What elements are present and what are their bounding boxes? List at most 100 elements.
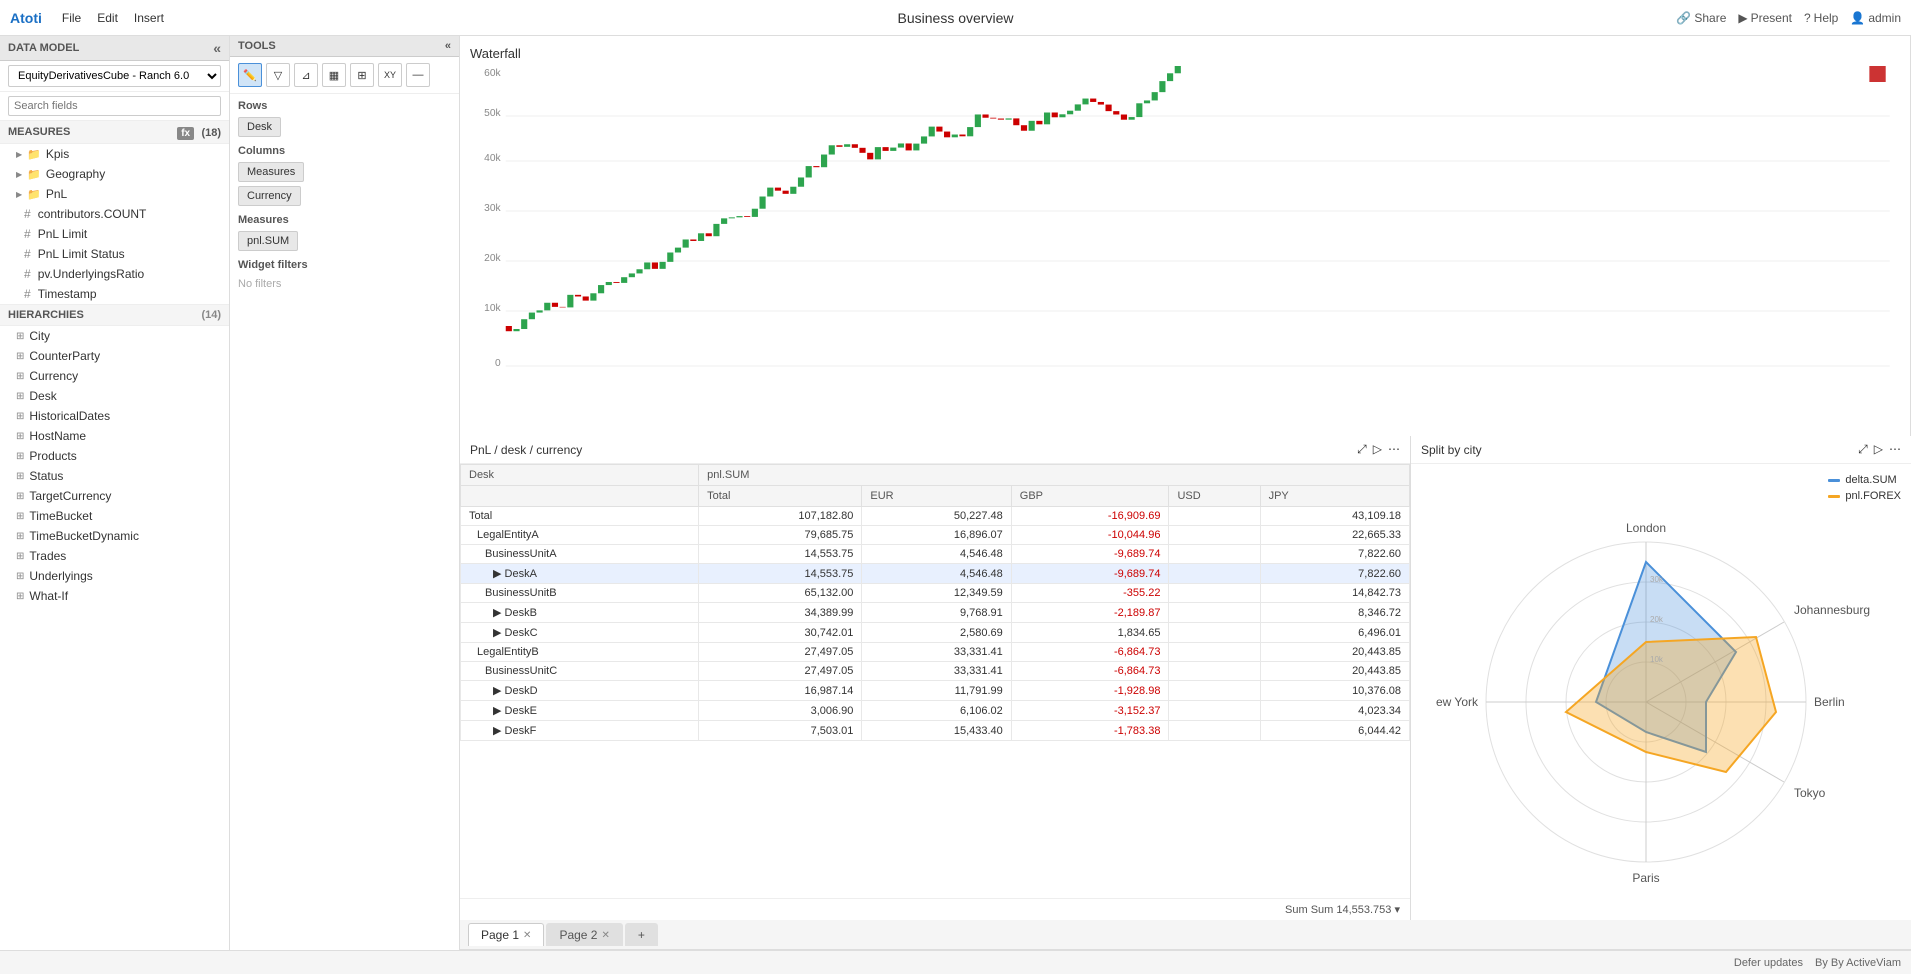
col-header-empty xyxy=(461,486,699,507)
columns-chip-measures[interactable]: Measures xyxy=(238,162,304,182)
pivot-row-usd xyxy=(1169,623,1260,643)
rows-chips: Desk xyxy=(230,115,459,139)
pivot-row-eur: 33,331.41 xyxy=(862,662,1011,681)
tab-page2[interactable]: Page 2 ✕ xyxy=(546,923,622,946)
grid-icon[interactable]: ⊞ xyxy=(350,63,374,87)
collapse-tools-btn[interactable]: « xyxy=(445,40,451,52)
pivot-row-eur: 50,227.48 xyxy=(862,507,1011,526)
tree-item-kpis[interactable]: ▶ 📁 Kpis xyxy=(0,144,229,164)
pivot-row-jpy: 7,822.60 xyxy=(1260,545,1409,564)
tree-item-hostname[interactable]: ⊞HostName xyxy=(0,426,229,446)
pivot-expand-icon[interactable]: ⤢ xyxy=(1357,442,1367,457)
rows-label: Rows xyxy=(230,94,459,115)
pivot-row-total: 65,132.00 xyxy=(699,584,862,603)
svg-text:30k: 30k xyxy=(1650,575,1664,584)
columns-chip-currency[interactable]: Currency xyxy=(238,186,301,206)
pivot-row-total: 27,497.05 xyxy=(699,643,862,662)
pivot-row-usd xyxy=(1169,545,1260,564)
search-input[interactable] xyxy=(8,96,221,116)
legend-dot-forex xyxy=(1828,495,1840,498)
funnel-icon[interactable]: ⊿ xyxy=(294,63,318,87)
pivot-more-icon[interactable]: ⋯ xyxy=(1388,442,1400,457)
tree-item-targetcurrency[interactable]: ⊞TargetCurrency xyxy=(0,486,229,506)
tree-item-pnl[interactable]: ▶ 📁 PnL xyxy=(0,184,229,204)
help-button[interactable]: ? Help xyxy=(1804,11,1838,25)
tree-item-underlyings[interactable]: ⊞Underlyings xyxy=(0,566,229,586)
tools-panel: TOOLS « ✏️ ▽ ⊿ ▦ ⊞ XY — Rows Desk Column… xyxy=(230,36,460,950)
tree-item-pv-underlyings[interactable]: # pv.UnderlyingsRatio xyxy=(0,264,229,284)
pivot-row-jpy: 6,496.01 xyxy=(1260,623,1409,643)
minus-icon[interactable]: — xyxy=(406,63,430,87)
defer-updates-btn[interactable]: Defer updates xyxy=(1734,957,1803,969)
split-play-icon[interactable]: ▷ xyxy=(1874,442,1883,457)
tree-item-desk[interactable]: ⊞Desk xyxy=(0,386,229,406)
by-activeviam: By By ActiveViam xyxy=(1815,957,1901,969)
tree-item-city[interactable]: ⊞City xyxy=(0,326,229,346)
tree-item-historicaldates[interactable]: ⊞HistoricalDates xyxy=(0,406,229,426)
pivot-play-icon[interactable]: ▷ xyxy=(1373,442,1382,457)
pivot-row-usd xyxy=(1169,701,1260,721)
cube-select[interactable]: EquityDerivativesCube - Ranch 6.0 xyxy=(8,65,221,87)
xy-icon[interactable]: XY xyxy=(378,63,402,87)
pivot-row-jpy: 20,443.85 xyxy=(1260,662,1409,681)
pencil-icon[interactable]: ✏️ xyxy=(238,63,262,87)
toolbar-icons: ✏️ ▽ ⊿ ▦ ⊞ XY — xyxy=(230,57,459,94)
tab-bar: Page 1 ✕ Page 2 ✕ + xyxy=(460,920,1911,950)
search-box xyxy=(0,92,229,121)
menu-insert[interactable]: Insert xyxy=(134,11,164,25)
pivot-table-scroll[interactable]: Desk pnl.SUM Total EUR GBP USD JPY xyxy=(460,464,1410,898)
hierarchies-section-header: HIERARCHIES (14) xyxy=(0,304,229,326)
present-button[interactable]: ▶ Present xyxy=(1738,11,1792,25)
rows-chip-desk[interactable]: Desk xyxy=(238,117,281,137)
pivot-row-usd xyxy=(1169,564,1260,584)
tab-close-page1[interactable]: ✕ xyxy=(523,930,531,941)
tree-item-trades[interactable]: ⊞Trades xyxy=(0,546,229,566)
pivot-row-jpy: 8,346.72 xyxy=(1260,603,1409,623)
tree-item-pnl-limit-status[interactable]: # PnL Limit Status xyxy=(0,244,229,264)
pivot-row-jpy: 10,376.08 xyxy=(1260,681,1409,701)
split-more-icon[interactable]: ⋯ xyxy=(1889,442,1901,457)
bar-chart-icon[interactable]: ▦ xyxy=(322,63,346,87)
pivot-row-gbp: -16,909.69 xyxy=(1011,507,1169,526)
menu-bar: File Edit Insert xyxy=(62,11,164,25)
pivot-row-total: 3,006.90 xyxy=(699,701,862,721)
pivot-row-total: 14,553.75 xyxy=(699,564,862,584)
pivot-row-total: 79,685.75 xyxy=(699,526,862,545)
tree-item-status[interactable]: ⊞Status xyxy=(0,466,229,486)
radar-chart-svg: London Johannesburg Berlin Tokyo Paris N… xyxy=(1436,492,1886,892)
tree-item-contributors-count[interactable]: # contributors.COUNT xyxy=(0,204,229,224)
tab-page1[interactable]: Page 1 ✕ xyxy=(468,923,544,946)
tree-item-counterparty[interactable]: ⊞CounterParty xyxy=(0,346,229,366)
menu-file[interactable]: File xyxy=(62,11,81,25)
tree-item-currency[interactable]: ⊞Currency xyxy=(0,366,229,386)
split-expand-icon[interactable]: ⤢ xyxy=(1858,442,1868,457)
tree-item-timestamp[interactable]: # Timestamp xyxy=(0,284,229,304)
pivot-row-eur: 15,433.40 xyxy=(862,721,1011,741)
tree-item-pnl-limit[interactable]: # PnL Limit xyxy=(0,224,229,244)
pivot-row-eur: 6,106.02 xyxy=(862,701,1011,721)
measures-chips: pnl.SUM xyxy=(230,229,459,253)
tree-item-timebucket[interactable]: ⊞TimeBucket xyxy=(0,506,229,526)
col-header-usd: USD xyxy=(1169,486,1260,507)
menu-edit[interactable]: Edit xyxy=(97,11,118,25)
pivot-row-total: 107,182.80 xyxy=(699,507,862,526)
filter-icon[interactable]: ▽ xyxy=(266,63,290,87)
tree-item-geography[interactable]: ▶ 📁 Geography xyxy=(0,164,229,184)
pivot-row-gbp: -9,689.74 xyxy=(1011,545,1169,564)
pivot-table: Desk pnl.SUM Total EUR GBP USD JPY xyxy=(460,464,1410,741)
tree-item-whatif[interactable]: ⊞What-If xyxy=(0,586,229,606)
pivot-row-usd xyxy=(1169,507,1260,526)
measures-chip-pnl-sum[interactable]: pnl.SUM xyxy=(238,231,298,251)
pivot-row-jpy: 22,665.33 xyxy=(1260,526,1409,545)
pivot-row-gbp: 1,834.65 xyxy=(1011,623,1169,643)
tools-header: TOOLS « xyxy=(230,36,459,57)
tree-item-timebucketdynamic[interactable]: ⊞TimeBucketDynamic xyxy=(0,526,229,546)
collapse-sidebar-btn[interactable]: « xyxy=(213,40,221,56)
user-menu[interactable]: 👤 admin xyxy=(1850,11,1901,25)
cube-selector[interactable]: EquityDerivativesCube - Ranch 6.0 xyxy=(0,61,229,92)
bottom-row: PnL / desk / currency ⤢ ▷ ⋯ Desk pnl.SUM xyxy=(460,436,1911,920)
tab-close-page2[interactable]: ✕ xyxy=(601,930,609,941)
add-tab-button[interactable]: + xyxy=(625,923,658,946)
share-button[interactable]: 🔗 Share xyxy=(1676,11,1726,25)
tree-item-products[interactable]: ⊞Products xyxy=(0,446,229,466)
